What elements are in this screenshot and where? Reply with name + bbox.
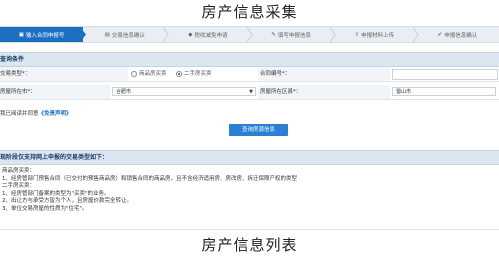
contract-label: 合同编号*：	[258, 67, 390, 81]
contract-number-input[interactable]	[392, 69, 498, 80]
disclaimer-link[interactable]: 《免责声明》	[39, 111, 72, 117]
step-label: 输入合同申报号	[25, 32, 65, 39]
divider	[0, 229, 499, 230]
upload-icon: ⇪	[354, 31, 360, 38]
location-row: 房屋所在市*： 合肥市 ▼ 房屋所在区县*： 蜀山市	[0, 85, 499, 100]
note-line: 商品房买卖：	[2, 168, 36, 174]
supported-types-header: 现阶段仅支持网上申报的交易类型如下：	[0, 150, 499, 165]
radio-commercial[interactable]: 商品房买卖	[131, 67, 167, 81]
city-label: 房屋所在市*：	[0, 85, 110, 99]
step-trade-confirm[interactable]: ▤ 交易信息确认	[83, 27, 169, 42]
district-select[interactable]: 蜀山市	[392, 87, 496, 96]
step-tax-relief[interactable]: ◆ 税收减免申请	[166, 27, 253, 42]
check-icon: ✔	[437, 31, 443, 38]
step-label: 申报信息确认	[444, 32, 478, 39]
radio-second-hand[interactable]: 二手房买卖	[176, 67, 212, 81]
note-line: 3、单位交易房屋的性质为"住宅"。	[2, 205, 88, 212]
trade-type-label: 交易类型*：	[0, 67, 128, 81]
note-line: 二手房买卖：	[2, 183, 36, 190]
step-label: 填写申报信息	[277, 32, 311, 39]
chevron-right-icon	[412, 27, 419, 42]
district-label: 房屋所在区县*：	[258, 85, 390, 99]
city-select[interactable]: 合肥市 ▼	[112, 87, 256, 96]
page-title: 房产信息采集	[201, 3, 298, 21]
step-fill-declaration[interactable]: ✎ 填写申报信息	[250, 27, 336, 42]
document-icon: ▣	[18, 31, 24, 38]
agreement-line: 我已阅读并同意《免责声明》	[0, 111, 72, 117]
query-section-header: 查询条件	[0, 52, 499, 67]
step-upload-materials[interactable]: ⇪ 申报材料上传	[333, 27, 419, 42]
tag-icon: ◆	[188, 31, 193, 38]
step-input-contract[interactable]: ▣ 输入合同申报号	[0, 27, 87, 42]
radio-selected-icon	[176, 70, 182, 77]
step-label: 税收减免申请	[194, 32, 228, 39]
chevron-right-icon	[80, 27, 87, 42]
note-line: 1、经房管部门预售合同（已交付的预售商品房）和销售合同的商品房，且不含经济适用房…	[2, 175, 298, 182]
edit-icon: ✎	[271, 31, 276, 38]
trade-type-row: 交易类型*： 商品房买卖 二手房买卖 合同编号*：	[0, 67, 499, 82]
step-label: 交易信息确认	[111, 32, 145, 39]
radio-icon	[131, 70, 137, 77]
step-confirm-declaration[interactable]: ✔ 申报信息确认	[416, 27, 499, 42]
progress-steps: ▣ 输入合同申报号 ▤ 交易信息确认 ◆ 税收减免申请 ✎ 填写申报信息 ⇪ 申…	[0, 26, 499, 43]
chevron-right-icon	[163, 27, 169, 42]
notes-list: 商品房买卖： 1、经房管部门预售合同（已交付的预售商品房）和销售合同的商品房，且…	[0, 168, 499, 214]
list-title: 房产信息列表	[201, 236, 298, 254]
chevron-right-icon	[246, 27, 253, 42]
query-property-button[interactable]: 查询房源信息	[229, 124, 288, 136]
caret-down-icon: ▼	[249, 89, 253, 95]
list-icon: ▤	[104, 31, 110, 38]
note-line: 2、出让方与承受方皆为个人，且房屋价款完全转让。	[2, 198, 133, 205]
step-label: 申报材料上传	[361, 32, 395, 39]
chevron-right-icon	[329, 27, 336, 42]
